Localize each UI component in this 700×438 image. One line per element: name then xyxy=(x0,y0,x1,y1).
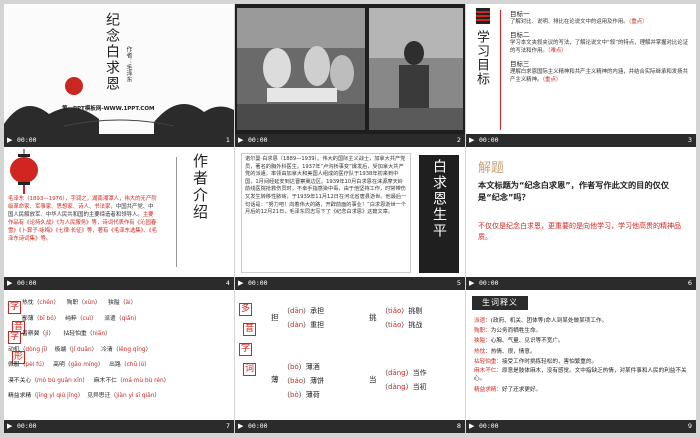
vocab-list: 热忱（chén） 殉职（xùn） 狭隘（ài） 鄙薄（bǐ bó） 纯粹（cuì… xyxy=(8,296,232,405)
bethune-bio: 诺尔曼·白求恩（1889—1939）。伟大的国际主义战士，加拿大共产党员，著名的… xyxy=(245,156,407,216)
slide-heading: 生词释义 xyxy=(472,296,528,310)
polyphone-group: 担 （dān）承担 （dàn）重担 xyxy=(271,307,325,329)
slide-footer: 第一PPT模板网-WWW.1PPT.COM xyxy=(62,106,155,112)
slide-thumbnail-8[interactable]: 多 音 字 词 担 （dān）承担 （dàn）重担 挑 （tiǎo）挑剔 （ti… xyxy=(235,290,465,433)
play-icon[interactable]: ▶ xyxy=(469,420,474,433)
slide-thumbnail-3[interactable]: 学习目标 目标一 了解对比、说明、排比在论说文中的运用及作用。（重点） 目标二 … xyxy=(466,4,696,147)
vocab-row: 热忱（chén） 殉职（xùn） 狭隘（ài） xyxy=(22,300,137,306)
slide-author: 作者：毛泽东 xyxy=(125,46,132,82)
play-icon[interactable]: ▶ xyxy=(238,277,243,290)
vocab-row: 晋察冀（jì） 拈轻怕重（niān） xyxy=(22,331,111,337)
slide-status-bar: ▶ 00:00 7 xyxy=(4,420,234,433)
slide-status-bar: ▶ 00:00 6 xyxy=(466,277,696,290)
goal-item: 目标二 学习本文夹叙夹议的写法，了解论说文中“叙”的特点，理解并掌握对比论证的写… xyxy=(510,31,689,54)
definition-item: 殉职：为公务而牺牲生命。 xyxy=(474,328,542,335)
vocab-row: 漠不关心（mò bù guān xīn） 麻木不仁（má mù bù rén） xyxy=(8,377,170,384)
slide-status-bar: ▶ 00:00 1 xyxy=(4,134,234,147)
slide-thumbnail-5[interactable]: 诺尔曼·白求恩（1889—1939）。伟大的国际主义战士，加拿大共产党员，著名的… xyxy=(235,147,465,290)
slide-heading: 学习目标 xyxy=(474,30,489,86)
definition-item: 派遣：(政府、机关、团体等)命人到某处做某项工作。 xyxy=(474,318,608,324)
definition-item: 麻木不仁：原意是肢体麻木，没有感觉。文中指缺乏热情，对某件事和人民的利益不关心。 xyxy=(474,368,687,383)
definition-item: 拈轻怕重：接受工作时挑拣轻松的，害怕繁重的。 xyxy=(474,358,598,365)
label-boxes: 多 音 字 词 xyxy=(239,303,256,376)
historic-photo-portrait xyxy=(369,8,463,130)
goal-item: 目标三 理解白求恩国际主义精神和共产主义精神的内涵，并结合实际继承和发扬共产主义… xyxy=(510,60,688,83)
play-icon[interactable]: ▶ xyxy=(469,134,474,147)
definition-item: 热忱：热情、很，情意。 xyxy=(474,348,536,355)
play-icon[interactable]: ▶ xyxy=(7,134,12,147)
slide-thumbnail-9[interactable]: 生词释义 派遣：(政府、机关、团体等)命人到某处做某项工作。 殉职：为公务而牺牲… xyxy=(466,290,696,433)
red-stripe-marker xyxy=(476,8,490,24)
slide-status-bar: ▶ 00:00 3 xyxy=(466,134,696,147)
slide-status-bar: ▶ 00:00 5 xyxy=(235,277,465,290)
play-icon[interactable]: ▶ xyxy=(469,277,474,290)
slide-status-bar: ▶ 00:00 8 xyxy=(235,420,465,433)
slide-heading: 白求恩生平 xyxy=(431,159,447,239)
vocab-row: 精益求精（jīng yì qiú jīng） 见异思迁（jiàn yì sī q… xyxy=(8,393,161,399)
vocab-row: 鄙薄（bǐ bó） 纯粹（cuì） 派遣（qiǎn） xyxy=(22,315,140,322)
play-icon[interactable]: ▶ xyxy=(7,277,12,290)
polyphone-group: 当 （dāng）当作 （dàng）当初 xyxy=(369,369,427,391)
question-text: 本文标题为“纪念白求恩”，作者写作此文的目的仅仅是“纪念”吗？ xyxy=(478,180,669,202)
vocab-row: 动机（dòng jī） 极端（jí duān） 冷清（lěng qīng） xyxy=(8,346,152,353)
slide-thumbnail-2[interactable]: ▶ 00:00 2 xyxy=(235,4,465,147)
polyphone-group: 薄 （bó）薄酒 （báo）薄饼 （bò）薄荷 xyxy=(271,363,325,399)
goal-item: 目标一 了解对比、说明、排比在论说文中的运用及作用。（重点） xyxy=(510,10,648,25)
play-icon[interactable]: ▶ xyxy=(238,420,243,433)
slide-status-bar: ▶ 00:00 9 xyxy=(466,420,696,433)
slide-status-bar: ▶ 00:00 4 xyxy=(4,277,234,290)
definition-item: 狭隘：心胸、气量、见识等不宽广。 xyxy=(474,338,564,345)
slide-status-bar: ▶ 00:00 2 xyxy=(235,134,465,147)
red-lantern-icon xyxy=(10,149,38,194)
slide-heading: 作者介绍 xyxy=(191,153,209,221)
slide-thumbnail-6[interactable]: 解题 本文标题为“纪念白求恩”，作者写作此文的目的仅仅是“纪念”吗？ 不仅仅是纪… xyxy=(466,147,696,290)
answer-text: 不仅仅是纪念白求恩，更重要的是向他学习，学习他高贵的精神品质。 xyxy=(478,222,681,241)
vocab-row: 佩服（pèi fú） 高明（gāo míng） 出路（chū lù） xyxy=(8,362,151,368)
slide-title: 纪念白求恩 xyxy=(104,12,120,92)
definitions-list: 派遣：(政府、机关、团体等)命人到某处做某项工作。 殉职：为公务而牺牲生命。 狭… xyxy=(474,316,690,395)
slide-heading: 解题 xyxy=(478,161,505,176)
author-bio: 毛泽东（1893—1976），字润之，湖南湘潭人，伟大的无产阶级革命家、军事家、… xyxy=(8,196,158,242)
play-icon[interactable]: ▶ xyxy=(238,134,243,147)
slide-thumbnail-7[interactable]: 字 音 字 形 热忱（chén） 殉职（xùn） 狭隘（ài） 鄙薄（bǐ bó… xyxy=(4,290,234,433)
slide-thumbnail-1[interactable]: 纪念白求恩 作者：毛泽东 第一PPT模板网-WWW.1PPT.COM ▶ 00:… xyxy=(4,4,234,147)
historic-photo-surgery xyxy=(237,8,365,130)
slide-thumbnail-4[interactable]: 毛泽东（1893—1976），字润之，湖南湘潭人，伟大的无产阶级革命家、军事家、… xyxy=(4,147,234,290)
goals-list: 目标一 了解对比、说明、排比在论说文中的运用及作用。（重点） 目标二 学习本文夹… xyxy=(510,8,690,84)
play-icon[interactable]: ▶ xyxy=(7,420,12,433)
definition-item: 精益求精：好了还求更好。 xyxy=(474,387,542,394)
slide-sorter-view: 纪念白求恩 作者：毛泽东 第一PPT模板网-WWW.1PPT.COM ▶ 00:… xyxy=(0,0,700,438)
polyphone-group: 挑 （tiǎo）挑剔 （tiāo）挑战 xyxy=(369,307,423,329)
